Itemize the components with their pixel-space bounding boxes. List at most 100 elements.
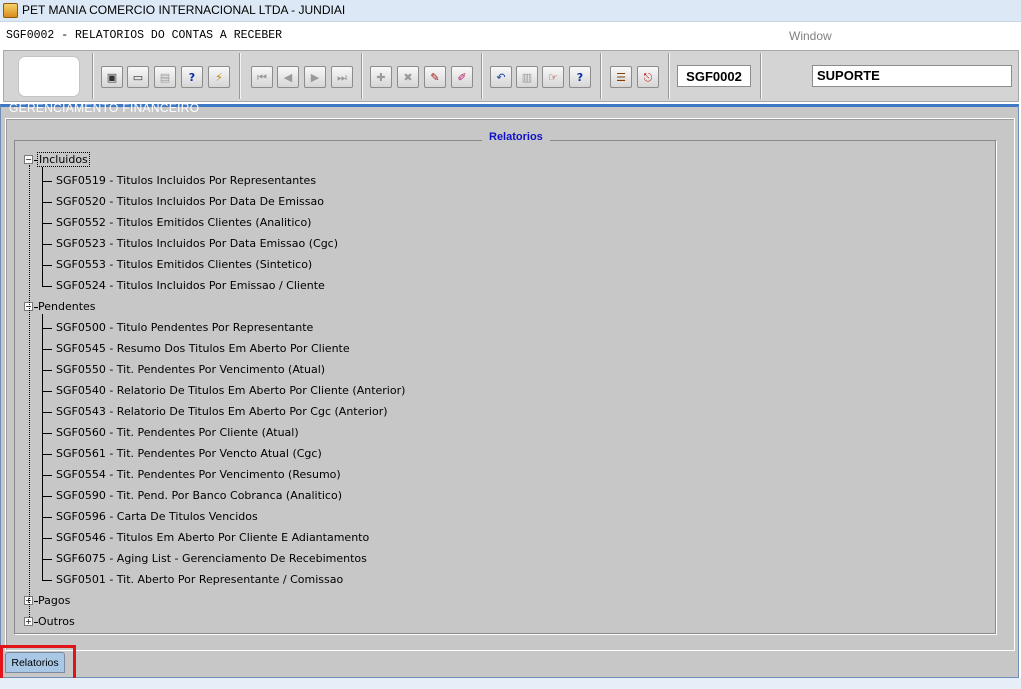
toolbar-separator bbox=[760, 53, 762, 99]
print-icon: ▤ bbox=[159, 70, 171, 84]
delete-record-icon: ✖ bbox=[403, 70, 413, 84]
form-title: SGF0002 - RELATORIOS DO CONTAS A RECEBER bbox=[6, 29, 283, 42]
execute-query-icon: ⚡ bbox=[215, 70, 223, 84]
main-frame: GERENCIAMENTO FINANCEIRO Relatorios − Inc… bbox=[0, 101, 1019, 678]
content-panel: Relatorios − Incluidos SGF0519 - Titulos I… bbox=[5, 118, 1015, 651]
insert-record-icon: ✚ bbox=[376, 70, 386, 84]
tree-item-pendentes[interactable]: SGF0590 - Tit. Pend. Por Banco Cobranca … bbox=[56, 489, 342, 502]
last-record-button[interactable]: ⏭ bbox=[331, 66, 353, 88]
tree-connector bbox=[42, 433, 52, 434]
next-record-icon: ▶ bbox=[310, 70, 320, 84]
execute-query-button[interactable]: ⚡ bbox=[208, 66, 230, 88]
clear-button[interactable]: ✐ bbox=[451, 66, 473, 88]
exit-button[interactable]: ⎋ bbox=[637, 66, 659, 88]
prev-record-icon: ◀ bbox=[283, 70, 293, 84]
tree-item-incluidos[interactable]: SGF0553 - Titulos Emitidos Clientes (Sin… bbox=[56, 258, 312, 271]
tree-connector bbox=[42, 454, 52, 455]
tree-item-pendentes[interactable]: SGF0554 - Tit. Pendentes Por Vencimento … bbox=[56, 468, 341, 481]
help-button[interactable]: ? bbox=[569, 66, 591, 88]
tree-connector bbox=[42, 517, 52, 518]
first-record-button[interactable]: ⏮ bbox=[251, 66, 273, 88]
menu-bar: SGF0002 - RELATORIOS DO CONTAS A RECEBER… bbox=[0, 22, 1021, 49]
tree-expander-incluidos[interactable]: − bbox=[24, 155, 33, 164]
tree-item-incluidos[interactable]: SGF0552 - Titulos Emitidos Clientes (Ana… bbox=[56, 216, 311, 229]
print-button[interactable]: ▤ bbox=[154, 66, 176, 88]
java-app-icon bbox=[3, 3, 18, 18]
toolbar-separator bbox=[481, 53, 483, 99]
toolbar-separator bbox=[92, 53, 94, 99]
edit-record-button[interactable]: ✎ bbox=[424, 66, 446, 88]
user-field: SUPORTE bbox=[812, 65, 1012, 87]
tree-connector bbox=[42, 167, 43, 286]
tree-node-outros[interactable]: Outros bbox=[38, 615, 75, 628]
clear-icon: ✐ bbox=[457, 70, 467, 84]
insert-record-button[interactable]: ✚ bbox=[370, 66, 392, 88]
tree-node-incluidos[interactable]: Incluidos bbox=[37, 152, 90, 167]
toolbar-separator bbox=[600, 53, 602, 99]
screen-button[interactable]: ▭ bbox=[127, 66, 149, 88]
window-title: PET MANIA COMERCIO INTERNACIONAL LTDA - … bbox=[22, 3, 346, 17]
first-record-icon: ⏮ bbox=[257, 70, 267, 84]
tree-item-pendentes[interactable]: SGF0501 - Tit. Aberto Por Representante … bbox=[56, 573, 343, 586]
tree-connector bbox=[42, 412, 52, 413]
tree-item-pendentes[interactable]: SGF0540 - Relatorio De Titulos Em Aberto… bbox=[56, 384, 405, 397]
menu-button[interactable]: ☰ bbox=[610, 66, 632, 88]
tree-item-pendentes[interactable]: SGF0550 - Tit. Pendentes Por Vencimento … bbox=[56, 363, 325, 376]
delete-record-button[interactable]: ✖ bbox=[397, 66, 419, 88]
tree-connector bbox=[42, 475, 52, 476]
tree-connector bbox=[42, 349, 52, 350]
toolbar-separator bbox=[239, 53, 241, 99]
tree-expander-outros[interactable]: + bbox=[24, 617, 33, 626]
tree-connector bbox=[42, 580, 52, 581]
tree-item-incluidos[interactable]: SGF0520 - Titulos Incluidos Por Data De … bbox=[56, 195, 324, 208]
exit-icon: ⎋ bbox=[643, 70, 653, 84]
tree-connector bbox=[42, 314, 43, 580]
tree-item-pendentes[interactable]: SGF0546 - Titulos Em Aberto Por Cliente … bbox=[56, 531, 369, 544]
panel-title: GERENCIAMENTO FINANCEIRO bbox=[9, 101, 200, 115]
tree-item-incluidos[interactable]: SGF0519 - Titulos Incluidos Por Represen… bbox=[56, 174, 316, 187]
menu-window[interactable]: Window bbox=[789, 29, 832, 43]
tree-connector bbox=[42, 559, 52, 560]
tree-item-pendentes[interactable]: SGF0545 - Resumo Dos Titulos Em Aberto P… bbox=[56, 342, 350, 355]
toolbar-separator bbox=[361, 53, 363, 99]
query-help-icon: ? bbox=[188, 70, 196, 84]
clipboard-button[interactable]: ▥ bbox=[516, 66, 538, 88]
tree-connector bbox=[42, 244, 52, 245]
tree-connector bbox=[42, 538, 52, 539]
tree-item-incluidos[interactable]: SGF0523 - Titulos Incluidos Por Data Emi… bbox=[56, 237, 338, 250]
tree-node-pagos[interactable]: Pagos bbox=[38, 594, 70, 607]
undo-button[interactable]: ↶ bbox=[490, 66, 512, 88]
company-logo bbox=[18, 56, 80, 97]
tree-connector bbox=[42, 496, 52, 497]
tree-connector bbox=[42, 370, 52, 371]
query-help-button[interactable]: ? bbox=[181, 66, 203, 88]
tree-item-pendentes[interactable]: SGF0596 - Carta De Titulos Vencidos bbox=[56, 510, 258, 523]
tree-item-pendentes[interactable]: SGF0543 - Relatorio De Titulos Em Aberto… bbox=[56, 405, 388, 418]
tree-item-pendentes[interactable]: SGF0500 - Titulo Pendentes Por Represent… bbox=[56, 321, 313, 334]
hand-button[interactable]: ☞ bbox=[542, 66, 564, 88]
save-button[interactable]: ▣ bbox=[101, 66, 123, 88]
status-bar bbox=[0, 678, 1021, 689]
title-bar: PET MANIA COMERCIO INTERNACIONAL LTDA - … bbox=[0, 0, 1021, 22]
screen-code-field: SGF0002 bbox=[677, 65, 751, 87]
prev-record-button[interactable]: ◀ bbox=[277, 66, 299, 88]
tree-connector bbox=[42, 223, 52, 224]
next-record-button[interactable]: ▶ bbox=[304, 66, 326, 88]
tree-item-pendentes[interactable]: SGF0560 - Tit. Pendentes Por Cliente (At… bbox=[56, 426, 299, 439]
tree-node-pendentes[interactable]: Pendentes bbox=[38, 300, 96, 313]
tree-item-pendentes[interactable]: SGF6075 - Aging List - Gerenciamento De … bbox=[56, 552, 367, 565]
tree-connector bbox=[42, 265, 52, 266]
clipboard-icon: ▥ bbox=[521, 70, 533, 84]
tree-item-incluidos[interactable]: SGF0524 - Titulos Incluidos Por Emissao … bbox=[56, 279, 325, 292]
tree-connector bbox=[42, 181, 52, 182]
tree-connector bbox=[29, 165, 30, 617]
tree-item-pendentes[interactable]: SGF0561 - Tit. Pendentes Por Vencto Atua… bbox=[56, 447, 322, 460]
save-icon: ▣ bbox=[106, 70, 118, 84]
group-caption: Relatorios bbox=[482, 131, 550, 143]
screen-icon: ▭ bbox=[132, 70, 144, 84]
menu-icon: ☰ bbox=[616, 70, 626, 84]
edit-record-icon: ✎ bbox=[430, 70, 440, 84]
tree-connector bbox=[42, 286, 52, 287]
last-record-icon: ⏭ bbox=[337, 70, 347, 84]
toolbar: ▣ ▭ ▤ ? ⚡ ⏮ ◀ ▶ ⏭ ✚ ✖ ✎ ✐ ↶ ▥ ☞ ? ☰ ⎋ SG… bbox=[3, 50, 1019, 102]
